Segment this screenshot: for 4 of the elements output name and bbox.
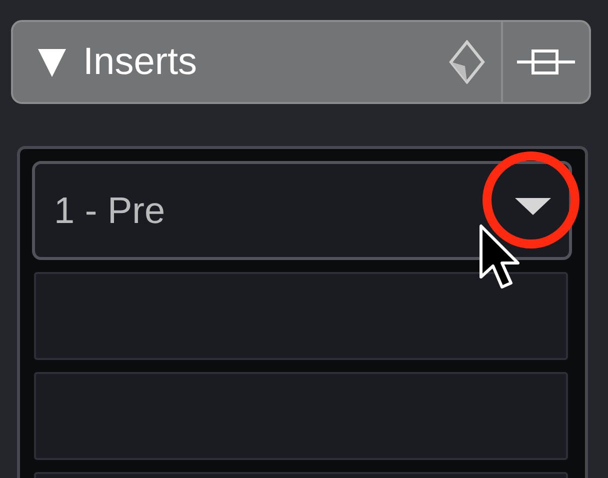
insert-slot-selector[interactable]: 1 - Pre [32,161,572,260]
inserts-header[interactable]: Inserts [11,20,591,104]
slot-label: 1 - Pre [54,190,166,232]
section-title: Inserts [83,40,198,84]
